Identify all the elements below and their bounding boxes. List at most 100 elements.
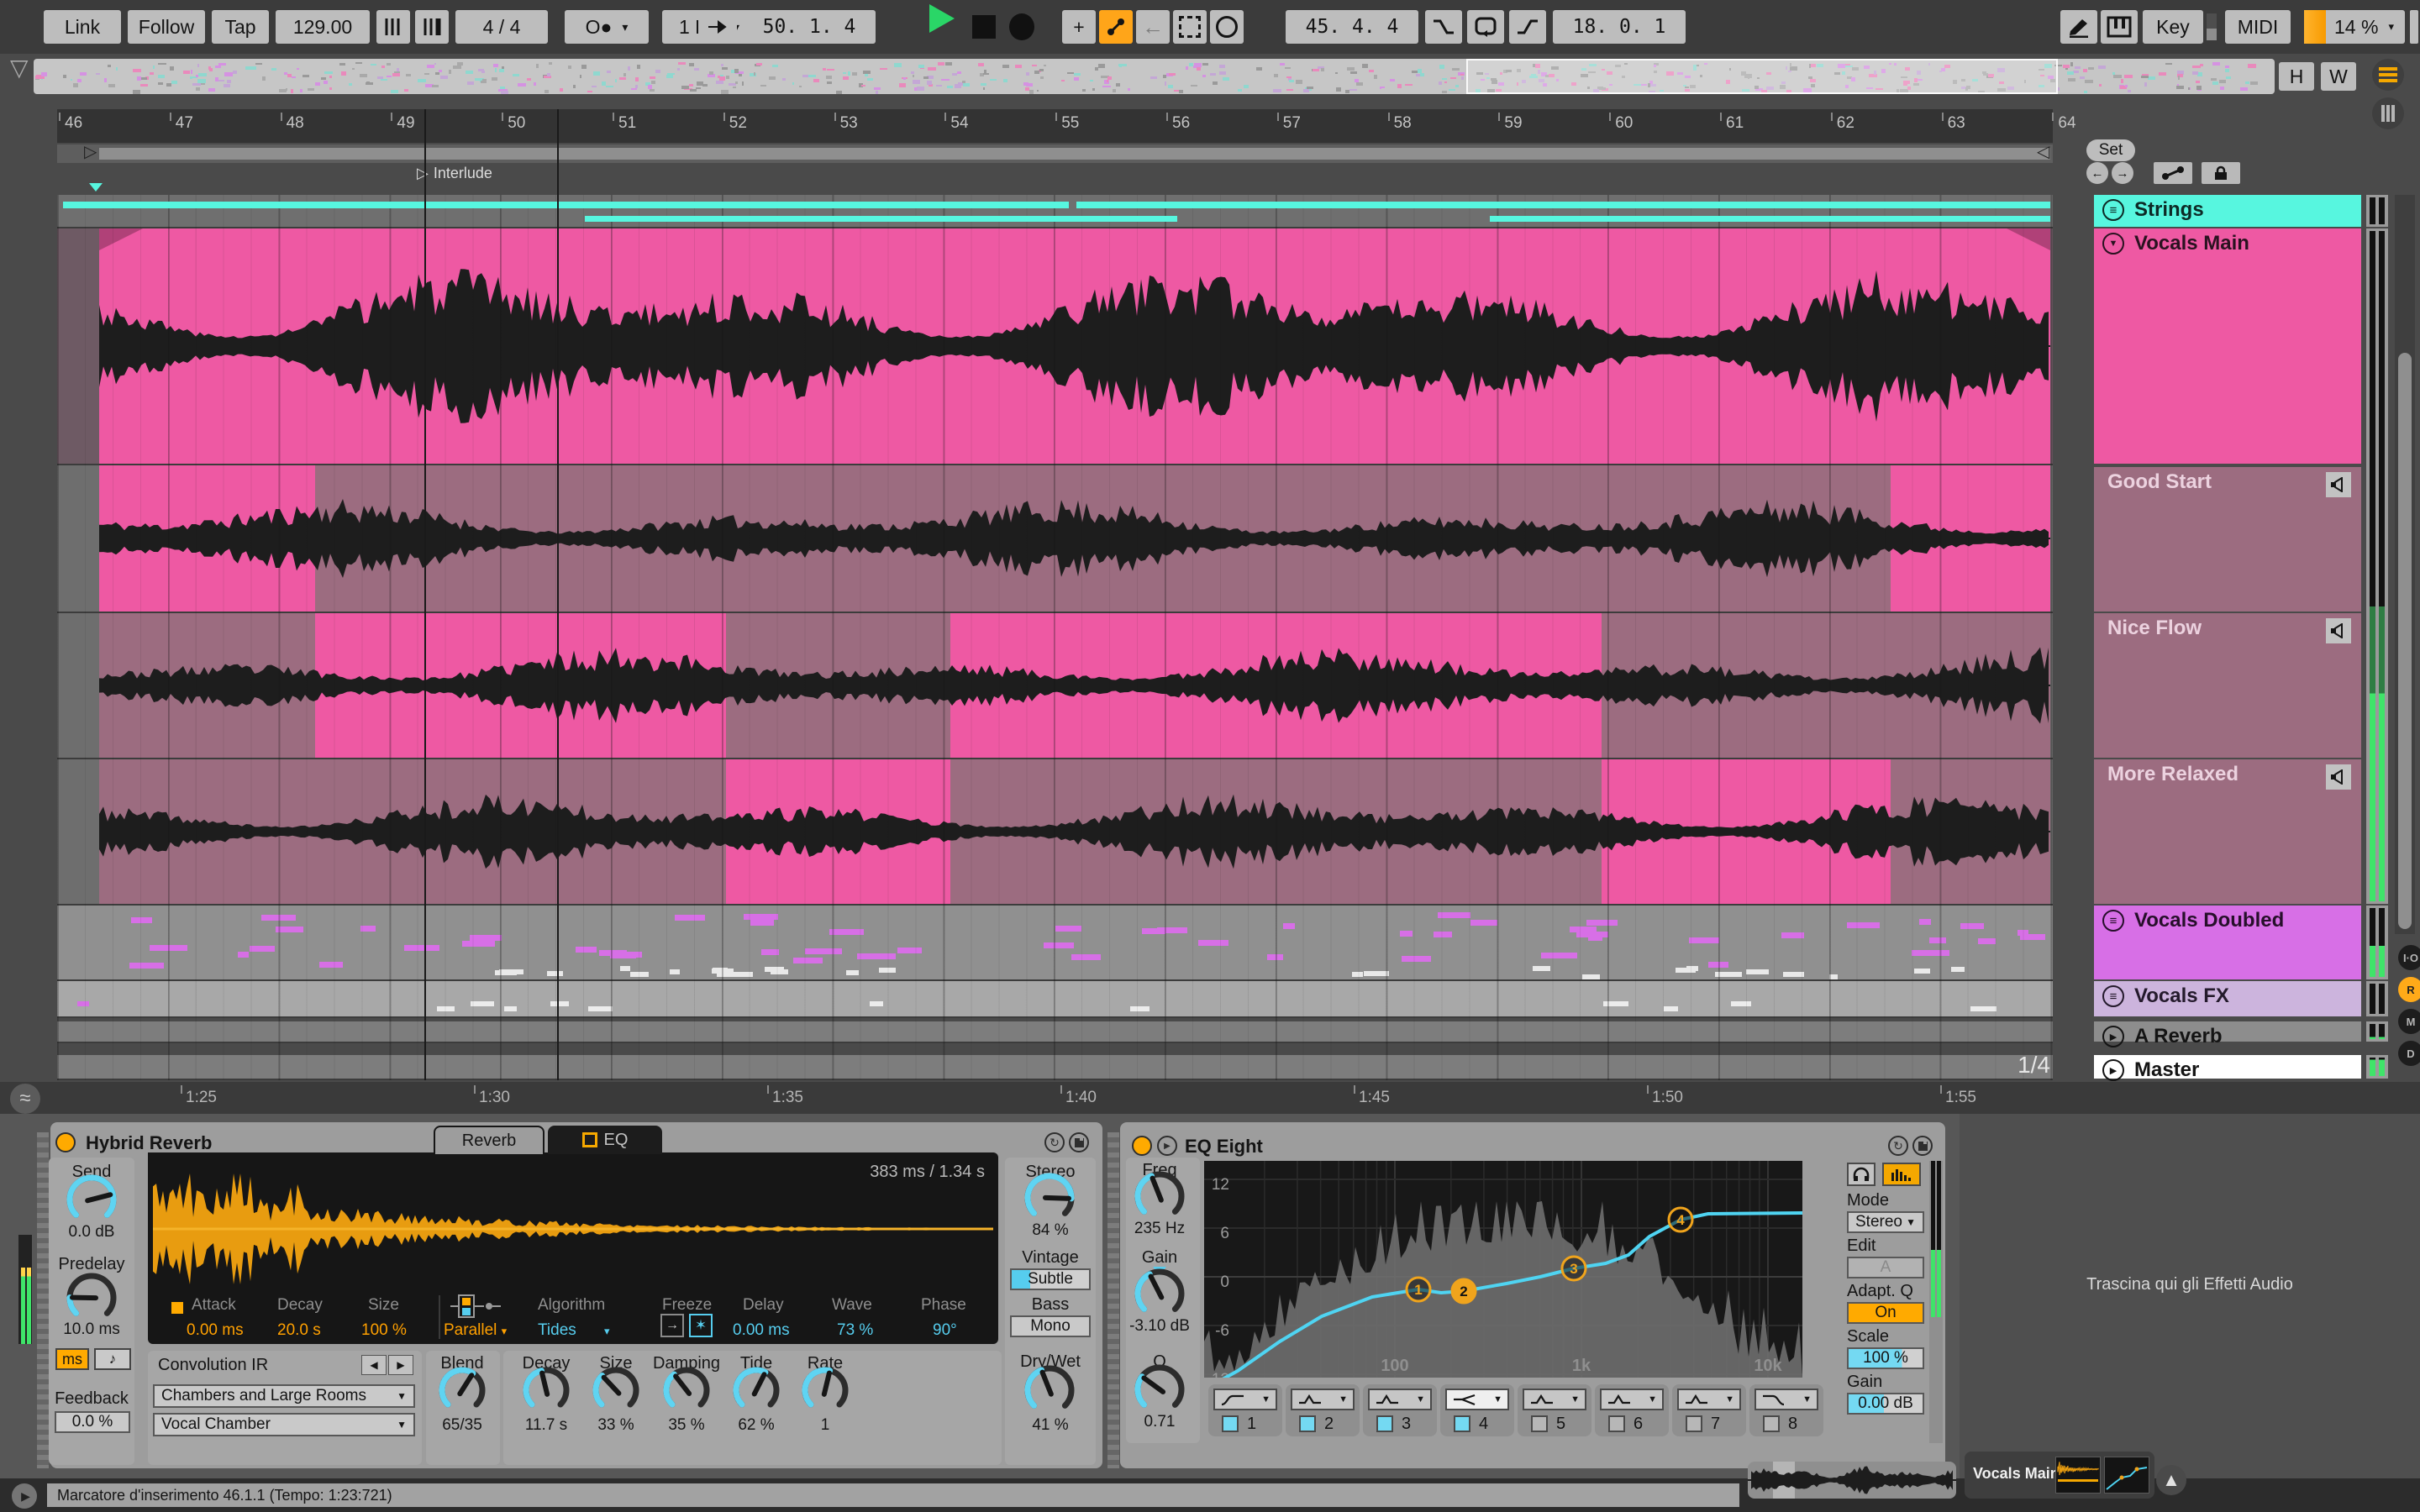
ir-decay-value[interactable]: 20.0 s bbox=[277, 1321, 321, 1340]
master-track-lane[interactable] bbox=[57, 1055, 2053, 1080]
a-reverb-track-lane[interactable] bbox=[57, 1021, 2053, 1043]
track-name[interactable]: Vocals Main bbox=[2134, 232, 2249, 255]
track-fold-icon[interactable]: ≡ bbox=[2102, 199, 2124, 221]
eq-node-4[interactable]: 4 bbox=[1667, 1206, 1694, 1233]
mixer-toggle-mixer[interactable]: M bbox=[2398, 1009, 2420, 1034]
feedback-value[interactable]: 0.0 % bbox=[55, 1411, 130, 1433]
vertical-scrollbar-thumb[interactable] bbox=[2398, 353, 2412, 929]
loop-start-marker[interactable]: ▷ bbox=[84, 141, 97, 162]
eq-band-1[interactable]: ▼ 1 bbox=[1208, 1384, 1282, 1436]
eq-graph[interactable]: 1260-6-121001k10k1234 bbox=[1204, 1161, 1802, 1378]
stop-button[interactable] bbox=[968, 12, 1000, 42]
spectrum-toggle-button[interactable] bbox=[1882, 1163, 1921, 1186]
draw-mode-button[interactable] bbox=[2060, 10, 2097, 44]
scale-value[interactable]: 100 % bbox=[1847, 1347, 1924, 1369]
track-fold-icon[interactable]: ≡ bbox=[2102, 985, 2124, 1007]
tab-eq[interactable]: EQ bbox=[548, 1126, 662, 1154]
band-enable-checkbox[interactable] bbox=[1763, 1415, 1780, 1432]
band-enable-checkbox[interactable] bbox=[1531, 1415, 1548, 1432]
eq-expand-button[interactable]: ▶ bbox=[1157, 1136, 1177, 1156]
track-header-vocals-main[interactable]: ▼ Vocals Main bbox=[2094, 228, 2361, 464]
predelay-knob[interactable] bbox=[63, 1269, 120, 1326]
rate-knob[interactable] bbox=[798, 1363, 852, 1417]
time-signature-field[interactable]: 4 / 4 bbox=[455, 10, 548, 44]
set-locator-button[interactable]: Set bbox=[2086, 139, 2135, 161]
attack-active-square[interactable] bbox=[171, 1302, 183, 1314]
strings-clip-segment[interactable] bbox=[1076, 202, 2050, 208]
play-button[interactable] bbox=[923, 0, 961, 37]
track-name[interactable]: Vocals Doubled bbox=[2134, 909, 2284, 932]
take-lane-header-good-start[interactable]: Good Start bbox=[2094, 467, 2361, 612]
phase-value[interactable]: 90° bbox=[933, 1321, 957, 1340]
freeze-button[interactable]: ✶ bbox=[689, 1314, 713, 1337]
decay-value[interactable]: 11.7 s bbox=[509, 1416, 583, 1435]
vintage-selector[interactable]: Subtle bbox=[1010, 1268, 1091, 1290]
ir-next-button[interactable]: ▶ bbox=[388, 1355, 413, 1375]
band-filter-type-selector[interactable]: ▼ bbox=[1213, 1389, 1277, 1410]
punch-in-button[interactable] bbox=[1425, 10, 1462, 44]
loop-start-field[interactable]: 45. 4. 4 bbox=[1286, 10, 1418, 44]
delay-value[interactable]: 0.00 ms bbox=[733, 1321, 790, 1340]
follow-button[interactable]: Follow bbox=[128, 10, 205, 44]
nudge-up-button[interactable] bbox=[415, 10, 449, 44]
punch-out-button[interactable] bbox=[1509, 10, 1546, 44]
audition-take-button[interactable] bbox=[2326, 764, 2351, 790]
tap-tempo-button[interactable]: Tap bbox=[212, 10, 269, 44]
band-filter-type-selector[interactable]: ▼ bbox=[1523, 1389, 1586, 1410]
arrangement-overview[interactable] bbox=[34, 59, 2275, 94]
tide-value[interactable]: 62 % bbox=[719, 1416, 793, 1435]
blend-value[interactable]: 65/35 bbox=[425, 1416, 499, 1435]
tempo-field[interactable]: 129.00 bbox=[276, 10, 370, 44]
eq-band-6[interactable]: ▼ 6 bbox=[1595, 1384, 1669, 1436]
track-name[interactable]: More Relaxed bbox=[2107, 763, 2238, 786]
tide-knob[interactable] bbox=[729, 1363, 783, 1417]
band-enable-checkbox[interactable] bbox=[1454, 1415, 1470, 1432]
band-enable-checkbox[interactable] bbox=[1299, 1415, 1316, 1432]
overview-collapse-arrow[interactable]: ▽ bbox=[10, 54, 44, 82]
show-hide-detail-button[interactable]: ▲ bbox=[2156, 1465, 2186, 1495]
re-enable-automation-button[interactable]: ← bbox=[1136, 10, 1170, 44]
time-ruler[interactable] bbox=[0, 1082, 2420, 1114]
track-name[interactable]: Good Start bbox=[2107, 470, 2212, 494]
wave-value[interactable]: 73 % bbox=[837, 1321, 873, 1340]
ir-file-selector[interactable]: Vocal Chamber ▼ bbox=[153, 1413, 415, 1436]
eq-node-1[interactable]: 1 bbox=[1405, 1276, 1432, 1303]
eq-band-8[interactable]: ▼ 8 bbox=[1749, 1384, 1823, 1436]
stereo-knob[interactable] bbox=[1021, 1169, 1078, 1226]
band-filter-type-selector[interactable]: ▼ bbox=[1291, 1389, 1355, 1410]
hybrid-reverb-activator[interactable] bbox=[55, 1132, 76, 1152]
reverb-decay-knob[interactable] bbox=[519, 1363, 573, 1417]
take-lane-header-nice-flow[interactable]: Nice Flow bbox=[2094, 613, 2361, 758]
band-enable-checkbox[interactable] bbox=[1376, 1415, 1393, 1432]
device-handle[interactable] bbox=[37, 1132, 49, 1468]
dry-wet-value[interactable]: 41 % bbox=[1005, 1416, 1096, 1435]
arrangement-locator[interactable]: ▷ Interlude bbox=[417, 163, 492, 183]
playhead-line[interactable] bbox=[424, 109, 426, 1080]
eq-band-7[interactable]: ▼ 7 bbox=[1672, 1384, 1746, 1436]
overview-viewport[interactable] bbox=[1466, 59, 2058, 94]
track-name[interactable]: Master bbox=[2134, 1058, 2199, 1082]
strings-clip-segment[interactable] bbox=[1490, 216, 2050, 222]
loop-region[interactable] bbox=[99, 148, 2050, 160]
dry-wet-knob[interactable] bbox=[1021, 1362, 1078, 1419]
arrange-options-button[interactable] bbox=[2372, 59, 2404, 91]
audition-take-button[interactable] bbox=[2326, 472, 2351, 497]
bass-mono-selector[interactable]: Mono bbox=[1010, 1315, 1091, 1337]
audition-take-button[interactable] bbox=[2326, 618, 2351, 643]
computer-midi-keyboard-button[interactable] bbox=[2101, 10, 2138, 44]
device-handle[interactable] bbox=[1107, 1132, 1119, 1468]
return-track-fold-icon[interactable]: ▶ bbox=[2102, 1026, 2124, 1047]
ir-size-value[interactable]: 100 % bbox=[361, 1321, 407, 1340]
output-gain-value[interactable]: 0.00 dB bbox=[1847, 1393, 1924, 1415]
tab-reverb[interactable]: Reverb bbox=[434, 1126, 544, 1154]
track-unfold-icon[interactable]: ▼ bbox=[2102, 233, 2124, 255]
strings-clip-segment[interactable] bbox=[63, 202, 1069, 208]
send-knob[interactable] bbox=[63, 1171, 120, 1228]
mixer-toggle-returns[interactable]: R bbox=[2398, 977, 2420, 1002]
midi-overdub-button[interactable]: + bbox=[1062, 10, 1096, 44]
midi-map-button[interactable]: MIDI bbox=[2225, 10, 2291, 44]
band-enable-checkbox[interactable] bbox=[1222, 1415, 1239, 1432]
ir-category-selector[interactable]: Chambers and Large Rooms ▼ bbox=[153, 1384, 415, 1408]
nudge-down-button[interactable] bbox=[376, 10, 410, 44]
rate-value[interactable]: 1 bbox=[788, 1416, 862, 1435]
